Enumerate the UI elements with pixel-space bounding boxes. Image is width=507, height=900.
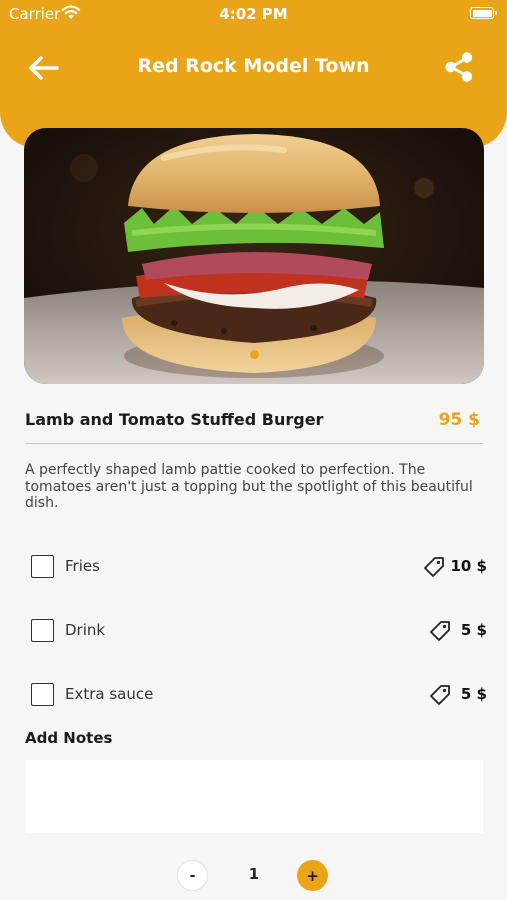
addon-label-extra-sauce: Extra sauce — [65, 685, 154, 703]
addon-row-fries[interactable]: Fries 10 $ — [0, 552, 507, 582]
addon-label-drink: Drink — [65, 621, 106, 639]
notes-input[interactable] — [26, 760, 483, 833]
addon-label-fries: Fries — [65, 557, 100, 575]
addon-price-drink: 5 $ — [460, 621, 487, 639]
carousel-page-indicator[interactable] — [250, 350, 259, 359]
status-bar: Carrier 4:02 PM — [0, 0, 507, 28]
product-price: 95 $ — [438, 410, 480, 430]
burger-photo[interactable] — [24, 128, 484, 384]
status-time: 4:02 PM — [219, 5, 288, 23]
header-bar: Carrier 4:02 PM Red Rock Model Town — [0, 0, 507, 148]
share-icon[interactable] — [444, 51, 474, 83]
battery-icon — [470, 7, 497, 19]
divider — [25, 443, 483, 444]
price-tag-icon — [430, 621, 450, 641]
price-tag-icon — [430, 685, 450, 705]
quantity-value: 1 — [248, 865, 260, 883]
notes-label: Add Notes — [25, 729, 113, 747]
addon-price-extra-sauce: 5 $ — [460, 685, 487, 703]
product-description: A perfectly shaped lamb pattie cooked to… — [25, 462, 473, 511]
quantity-decrease-button[interactable]: - — [177, 860, 208, 891]
addon-checkbox-extra-sauce[interactable] — [31, 683, 54, 706]
addon-price-fries: 10 $ — [450, 557, 487, 575]
product-name: Lamb and Tomato Stuffed Burger — [25, 410, 324, 429]
addon-row-drink[interactable]: Drink 5 $ — [0, 616, 507, 646]
addon-checkbox-fries[interactable] — [31, 555, 54, 578]
addon-checkbox-drink[interactable] — [31, 619, 54, 642]
quantity-increase-button[interactable]: + — [297, 860, 328, 891]
page-title: Red Rock Model Town — [137, 55, 370, 77]
addon-row-extra-sauce[interactable]: Extra sauce 5 $ — [0, 680, 507, 710]
price-tag-icon — [424, 557, 444, 577]
